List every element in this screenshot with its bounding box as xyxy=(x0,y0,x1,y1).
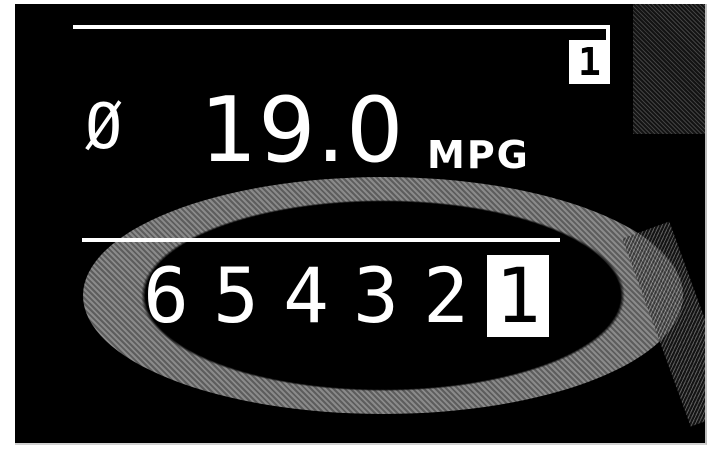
instrument-display: 1 Ø 19.0 MPG 6 5 4 3 2 1 xyxy=(15,4,707,445)
average-consumption-unit: MPG xyxy=(427,133,530,177)
average-symbol: Ø xyxy=(85,90,123,163)
gear-indicator: 6 5 4 3 2 1 xyxy=(137,255,549,337)
gear-divider-line xyxy=(82,238,560,242)
top-divider-line xyxy=(73,25,610,29)
current-gear-badge: 1 xyxy=(569,40,610,84)
top-divider-corner xyxy=(606,25,610,40)
gear-digit-2: 2 xyxy=(423,251,469,340)
photo-noise xyxy=(633,4,705,134)
gear-digit-3: 3 xyxy=(353,251,399,340)
average-consumption-value: 19.0 xyxy=(200,78,405,183)
gear-digit-4: 4 xyxy=(283,251,329,340)
gear-digit-6: 6 xyxy=(143,251,189,340)
gear-digit-1-active: 1 xyxy=(487,255,549,337)
gear-digit-5: 5 xyxy=(213,251,259,340)
